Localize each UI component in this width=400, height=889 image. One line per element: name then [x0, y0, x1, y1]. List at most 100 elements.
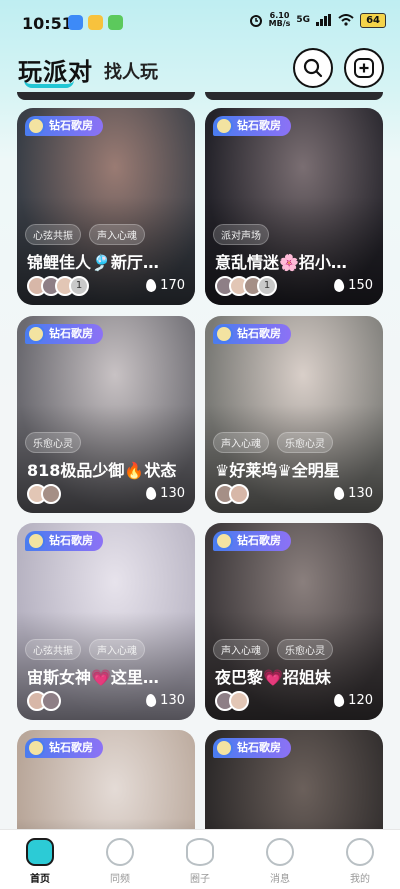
room-badge-label: 钻石歌房: [49, 119, 93, 132]
room-heat: 150: [333, 278, 373, 293]
nav-circles[interactable]: 圈子: [160, 830, 240, 889]
room-tag: 声入心魂: [89, 224, 145, 245]
room-title: 818极品少御🔥状态: [27, 461, 177, 480]
previous-card-edge: [205, 92, 383, 100]
room-member-avatars: [215, 484, 249, 506]
room-heat-value: 120: [348, 693, 373, 708]
diamond-crest-icon: [215, 325, 233, 343]
room-tag: 心弦共振: [25, 639, 81, 660]
room-heat-value: 130: [160, 693, 185, 708]
room-heat: 170: [145, 278, 185, 293]
diamond-crest-icon: [27, 739, 45, 757]
flame-icon: [333, 278, 346, 293]
room-member-avatars: 1: [27, 276, 89, 298]
avatar-more-count: 1: [257, 276, 277, 296]
network-type: 5G: [296, 15, 311, 25]
nav-messages[interactable]: 消息: [240, 830, 320, 889]
profile-face-icon: [346, 838, 374, 866]
chat-bubble-icon: [266, 838, 294, 866]
room-badge: 钻石歌房: [25, 324, 103, 344]
diamond-crest-icon: [215, 532, 233, 550]
status-bar: 10:51 6.10 MB/s 5G 64: [0, 0, 400, 44]
room-member-avatars: 1: [215, 276, 277, 298]
wifi-icon: [338, 14, 354, 26]
tab-find-people[interactable]: 找人玩: [104, 58, 158, 84]
room-tag: 乐愈心灵: [25, 432, 81, 453]
nav-home[interactable]: 首页: [0, 830, 80, 889]
room-tags: 派对声场: [213, 224, 269, 245]
alarm-icon: [249, 15, 262, 27]
room-badge-label: 钻石歌房: [49, 327, 93, 340]
room-badge: 钻石歌房: [213, 531, 291, 551]
room-card[interactable]: 钻石歌房 心弦共振 声入心魂 宙斯女神💗这里… 130: [17, 523, 195, 720]
room-badge: 钻石歌房: [25, 116, 103, 136]
room-card[interactable]: 钻石歌房 声入心魂 乐愈心灵 夜巴黎💗招姐妹 120: [205, 523, 383, 720]
avatar: [229, 484, 249, 504]
room-card[interactable]: 钻石歌房 派对声场 意乱情迷🌸招小… 1 150: [205, 108, 383, 305]
room-badge-label: 钻石歌房: [237, 119, 281, 132]
nav-profile-label: 我的: [350, 874, 370, 885]
home-icon: [26, 838, 54, 866]
room-badge: 钻石歌房: [213, 116, 291, 136]
battery-level: 64: [360, 12, 386, 28]
nav-circles-label: 圈子: [190, 874, 210, 885]
room-title: 夜巴黎💗招姐妹: [215, 668, 331, 687]
room-badge: 钻石歌房: [213, 738, 291, 758]
room-title: 锦鲤佳人🎐新厅…: [27, 253, 159, 272]
room-member-avatars: [215, 691, 249, 713]
room-heat-value: 150: [348, 278, 373, 293]
avatar: [41, 484, 61, 504]
room-badge-label: 钻石歌房: [49, 534, 93, 547]
room-tags: 声入心魂 乐愈心灵: [213, 432, 333, 453]
search-button[interactable]: [293, 48, 333, 88]
avatar: [229, 691, 249, 711]
room-badge: 钻石歌房: [25, 531, 103, 551]
room-card[interactable]: 钻石歌房 乐愈心灵 818极品少御🔥状态 130: [17, 316, 195, 513]
diamond-crest-icon: [27, 117, 45, 135]
nav-profile[interactable]: 我的: [320, 830, 400, 889]
room-badge-label: 钻石歌房: [49, 741, 93, 754]
room-title: ♛好莱坞♛全明星: [215, 461, 340, 480]
room-heat: 130: [333, 486, 373, 501]
room-tag: 心弦共振: [25, 224, 81, 245]
room-card[interactable]: 钻石歌房 心弦共振 声入心魂 锦鲤佳人🎐新厅… 1 170: [17, 108, 195, 305]
room-tag: 乐愈心灵: [277, 432, 333, 453]
flame-icon: [333, 693, 346, 708]
notification-app-icon: [108, 15, 123, 30]
room-member-avatars: [27, 691, 61, 713]
net-speed: 6.10 MB/s: [269, 12, 291, 28]
room-card[interactable]: 钻石歌房声入心魂 乐愈心灵 ♛好莱坞♛全明星 130: [205, 316, 383, 513]
planet-icon: [186, 838, 214, 866]
flame-icon: [145, 486, 158, 501]
signal-icon: [316, 14, 332, 26]
room-tag: 声入心魂: [213, 639, 269, 660]
bottom-navigation: 首页 同频 圈子 消息 我的: [0, 829, 400, 889]
nav-same-frequency[interactable]: 同频: [80, 830, 160, 889]
room-tags: 心弦共振 声入心魂: [25, 639, 145, 660]
avatar: [41, 691, 61, 711]
room-tags: 心弦共振 声入心魂: [25, 224, 145, 245]
diamond-crest-icon: [215, 739, 233, 757]
nav-same-frequency-label: 同频: [110, 874, 130, 885]
room-heat: 130: [145, 693, 185, 708]
room-tag: 声入心魂: [89, 639, 145, 660]
plus-icon: [354, 58, 374, 78]
create-room-button[interactable]: [344, 48, 384, 88]
room-badge: 钻石歌房: [213, 324, 291, 344]
flame-icon: [145, 278, 158, 293]
room-tag: 派对声场: [213, 224, 269, 245]
flame-icon: [333, 486, 346, 501]
diamond-crest-icon: [27, 325, 45, 343]
nav-home-label: 首页: [30, 874, 50, 885]
diamond-crest-icon: [27, 532, 45, 550]
notification-app-icon: [88, 15, 103, 30]
room-member-avatars: [27, 484, 61, 506]
room-badge-label: 钻石歌房: [237, 534, 281, 547]
room-heat-value: 130: [348, 486, 373, 501]
vinyl-icon: [106, 838, 134, 866]
diamond-crest-icon: [215, 117, 233, 135]
room-badge-label: 钻石歌房: [237, 327, 281, 340]
avatar-more-count: 1: [69, 276, 89, 296]
active-tab-indicator: [24, 80, 74, 88]
room-badge-label: 钻石歌房: [237, 741, 281, 754]
